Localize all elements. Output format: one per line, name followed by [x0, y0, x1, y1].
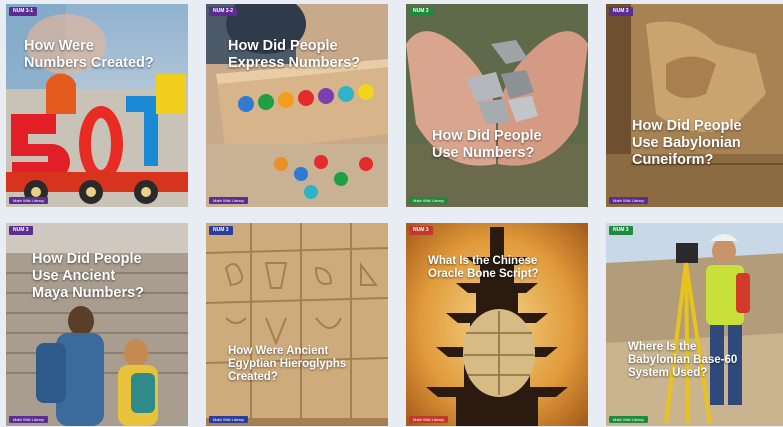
- level-badge: NUM 3: [609, 7, 633, 16]
- publisher-label: Math Wiki Library: [9, 197, 48, 204]
- cover-image: [206, 223, 388, 426]
- book-card-babylonian-cuneiform[interactable]: NUM 3 How Did People Use Babylonian Cune…: [606, 4, 783, 207]
- book-title: How Did People Use Ancient Maya Numbers?: [32, 251, 145, 301]
- book-title: Where Is the Babylonian Base-60 System U…: [628, 341, 738, 379]
- publisher-label: Math Wiki Library: [9, 416, 48, 423]
- book-grid: NUM 3-1 How Were Numbers Created? Math W…: [0, 0, 783, 427]
- publisher-label: Math Wiki Library: [609, 197, 648, 204]
- book-card-oracle-bone[interactable]: NUM 3 What Is the Chinese Oracle Bone Sc…: [406, 223, 588, 426]
- book-title: How Did People Use Babylonian Cuneiform?: [632, 118, 742, 168]
- cover-image: [206, 4, 388, 207]
- book-card-maya-numbers[interactable]: NUM 3 How Did People Use Ancient Maya Nu…: [6, 223, 188, 426]
- book-title: How Were Numbers Created?: [24, 38, 154, 71]
- book-card-express-numbers[interactable]: NUM 3-2 How Did People Express Numbers? …: [206, 4, 388, 207]
- level-badge: NUM 3-2: [209, 7, 238, 16]
- book-title: How Did People Use Numbers?: [432, 128, 542, 161]
- book-card-use-numbers[interactable]: NUM 3 How Did People Use Numbers? Math W…: [406, 4, 588, 207]
- cover-image: [406, 4, 588, 207]
- level-badge: NUM 3: [209, 226, 233, 235]
- cover-image: [6, 4, 188, 207]
- cover-image: [606, 223, 783, 426]
- publisher-label: Math Wiki Library: [209, 197, 248, 204]
- level-badge: NUM 3: [609, 226, 633, 235]
- book-card-egyptian-hieroglyphs[interactable]: NUM 3 How Were Ancient Egyptian Hierogly…: [206, 223, 388, 426]
- level-badge: NUM 3: [9, 226, 33, 235]
- publisher-label: Math Wiki Library: [409, 416, 448, 423]
- level-badge: NUM 3: [409, 226, 433, 235]
- level-badge: NUM 3: [409, 7, 433, 16]
- cover-image: [406, 223, 588, 426]
- publisher-label: Math Wiki Library: [609, 416, 648, 423]
- book-title: What Is the Chinese Oracle Bone Script?: [428, 255, 539, 280]
- book-title: How Were Ancient Egyptian Hieroglyphs Cr…: [228, 345, 347, 383]
- level-badge: NUM 3-1: [9, 7, 38, 16]
- book-title: How Did People Express Numbers?: [228, 38, 361, 71]
- book-card-numbers-created[interactable]: NUM 3-1 How Were Numbers Created? Math W…: [6, 4, 188, 207]
- publisher-label: Math Wiki Library: [409, 197, 448, 204]
- cover-image: [606, 4, 783, 207]
- publisher-label: Math Wiki Library: [209, 416, 248, 423]
- book-card-babylonian-base60[interactable]: NUM 3 Where Is the Babylonian Base-60 Sy…: [606, 223, 783, 426]
